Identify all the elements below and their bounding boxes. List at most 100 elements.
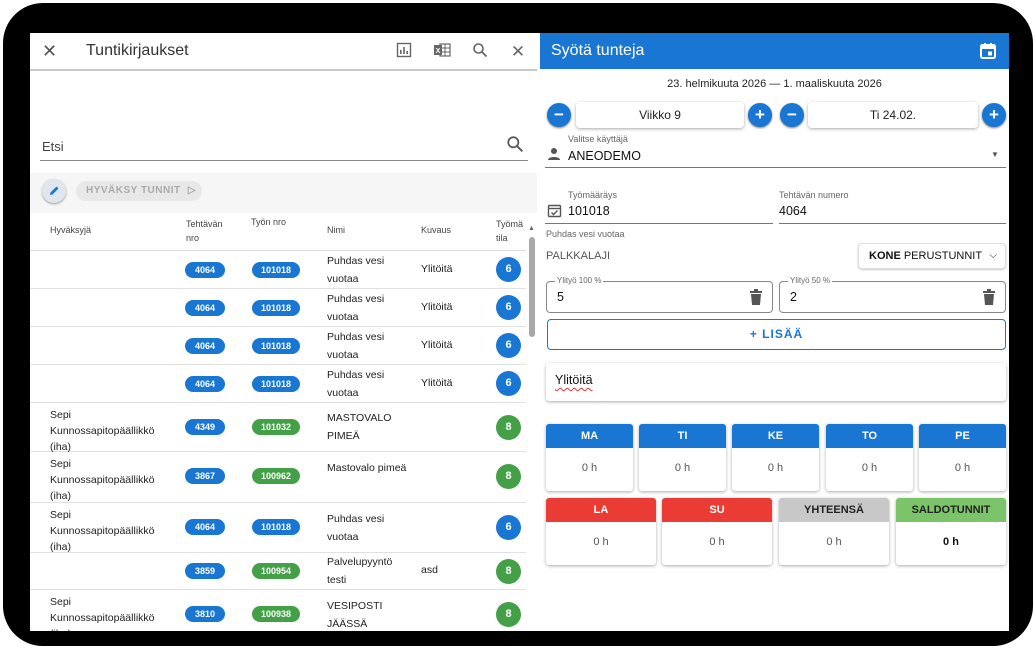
day-card-ti[interactable]: TI 0 h — [639, 424, 726, 491]
day-hours: 0 h — [581, 462, 598, 474]
panel-title: Tuntikirjaukset — [86, 42, 189, 59]
task-badge: 4349 — [185, 419, 225, 435]
calendar-icon[interactable] — [979, 42, 997, 60]
approver-cell: Sepi Kunnossapitopäällikkö (iha) — [50, 596, 155, 631]
order-name: Puhdas vesi vuotaa — [546, 229, 625, 239]
approver-cell: Sepi Kunnossapitopäällikkö (iha) — [50, 458, 155, 502]
day-hours: 0 h — [593, 536, 609, 548]
wage-type-select[interactable]: KONE PERUSTUNNIT ⌵ — [858, 243, 1006, 269]
next-week-button[interactable]: + — [748, 103, 772, 127]
order-field[interactable]: 101018 — [568, 204, 610, 218]
search-field[interactable]: Etsi — [40, 133, 528, 161]
col-approver[interactable]: Hyväksyjä — [50, 225, 91, 235]
description-value[interactable]: Ylitöitä — [555, 373, 593, 387]
day-card-ma[interactable]: MA 0 h — [546, 424, 633, 491]
status-badge: 6 — [496, 295, 521, 320]
balance-card: SALDOTUNNIT 0 h — [896, 498, 1006, 565]
chart-icon[interactable] — [394, 42, 414, 62]
table-row[interactable]: Sepi Kunnossapitopäällikkö (iha) 3810 10… — [30, 590, 526, 631]
task-underline — [779, 223, 1006, 224]
search-icon[interactable] — [506, 135, 526, 155]
desc-cell: Ylitöitä — [421, 301, 453, 313]
overtime-100-field[interactable]: Ylityö 100 % 5 — [546, 276, 773, 313]
overtime-50-field[interactable]: Ylityö 50 % 2 — [779, 276, 1006, 313]
trash-icon[interactable] — [983, 289, 995, 305]
status-badge: 6 — [496, 257, 521, 282]
next-day-button[interactable]: + — [982, 103, 1006, 127]
work-badge: 101018 — [252, 262, 300, 278]
user-underline — [545, 167, 1006, 168]
status-badge: 6 — [496, 371, 521, 396]
day-card-to[interactable]: TO 0 h — [826, 424, 913, 491]
scrollbar-thumb[interactable] — [529, 237, 535, 337]
left-header: ✕ Tuntikirjaukset X ✕ — [30, 33, 537, 71]
trash-icon[interactable] — [750, 289, 762, 305]
date-range: 23. helmikuuta 2026 — 1. maaliskuuta 202… — [667, 78, 882, 90]
day-card-pe[interactable]: PE 0 h — [919, 424, 1006, 491]
table-row[interactable]: 4064 101018 Puhdas vesi vuotaa Ylitöitä … — [30, 365, 526, 403]
day-label: KE — [732, 424, 819, 448]
table-header: Hyväksyjä Tehtävän nro Työn nro Nimi Kuv… — [30, 213, 526, 251]
panel-title: Syötä tunteja — [551, 42, 645, 59]
name-cell: Puhdas vesi vuotaa — [327, 369, 385, 399]
day-hours: 0 h — [767, 462, 784, 474]
status-badge: 8 — [496, 415, 521, 440]
task-badge: 3810 — [185, 606, 225, 622]
table-row[interactable]: Sepi Kunnossapitopäällikkö (iha) 4064 10… — [30, 503, 526, 553]
day-label: LA — [546, 498, 656, 522]
name-cell: VESIPOSTI JÄÄSSÄ — [327, 600, 383, 630]
table-body: 4064 101018 Puhdas vesi vuotaa Ylitöitä … — [30, 251, 526, 631]
user-select[interactable]: ANEODEMO — [568, 149, 641, 163]
col-desc[interactable]: Kuvaus — [421, 225, 451, 235]
order-underline — [545, 223, 773, 224]
scrollbar[interactable]: ▲ — [528, 225, 536, 631]
close-icon[interactable]: ✕ — [42, 41, 57, 62]
name-cell: Puhdas vesi vuotaa — [327, 331, 385, 361]
scroll-up-icon[interactable]: ▲ — [528, 225, 535, 232]
name-cell: MASTOVALO PIMEÄ — [327, 412, 392, 442]
dropdown-arrow-icon[interactable]: ▼ — [991, 150, 999, 159]
day-display[interactable]: Ti 24.02. — [808, 102, 978, 128]
overtime-100-value[interactable]: 5 — [557, 290, 564, 304]
description-field[interactable]: Ylitöitä — [546, 363, 1006, 401]
edit-button[interactable] — [42, 179, 66, 203]
table-row[interactable]: 4064 101018 Puhdas vesi vuotaa Ylitöitä … — [30, 289, 526, 327]
search-input[interactable]: Etsi — [42, 139, 64, 154]
day-hours: 0 h — [861, 462, 878, 474]
task-number-field[interactable]: 4064 — [779, 204, 807, 218]
close-icon[interactable]: ✕ — [508, 42, 528, 62]
excel-icon[interactable]: X — [432, 42, 452, 62]
approver-cell: Sepi Kunnossapitopäällikkö (iha) — [50, 409, 155, 453]
col-work-no[interactable]: Työn nro — [251, 217, 286, 227]
approve-hours-button[interactable]: HYVÄKSY TUNNIT ▷ — [76, 181, 202, 201]
table-row[interactable]: 3859 100954 Palvelupyyntö testi asd 8 — [30, 553, 526, 590]
overtime-50-value[interactable]: 2 — [790, 290, 797, 304]
day-card-su[interactable]: SU 0 h — [662, 498, 772, 565]
work-badge: 101018 — [252, 338, 300, 354]
work-badge: 100962 — [252, 468, 300, 484]
search-icon[interactable] — [470, 42, 490, 62]
prev-week-button[interactable]: − — [547, 103, 571, 127]
col-task-no[interactable]: Tehtävän nro — [186, 217, 230, 245]
prev-day-button[interactable]: − — [780, 103, 804, 127]
calendar-check-icon — [547, 203, 562, 223]
table-row[interactable]: Sepi Kunnossapitopäällikkö (iha) 4349 10… — [30, 403, 526, 453]
desc-cell: asd — [421, 564, 438, 576]
day-label: MA — [546, 424, 633, 448]
week-display[interactable]: Viikko 9 — [576, 102, 744, 128]
balance-label: SALDOTUNNIT — [896, 498, 1006, 522]
order-label: Työmääräys — [568, 190, 618, 200]
table-row[interactable]: 4064 101018 Puhdas vesi vuotaa Ylitöitä … — [30, 251, 526, 289]
day-label: TI — [639, 424, 726, 448]
day-label: SU — [662, 498, 772, 522]
total-label: YHTEENSÄ — [779, 498, 889, 522]
table-row[interactable]: Sepi Kunnossapitopäällikkö (iha) 3867 10… — [30, 452, 526, 503]
col-name[interactable]: Nimi — [327, 225, 345, 235]
day-card-ke[interactable]: KE 0 h — [732, 424, 819, 491]
add-button[interactable]: + LISÄÄ — [547, 319, 1006, 350]
col-status[interactable]: Työmä tila — [496, 217, 526, 245]
status-badge: 8 — [496, 559, 521, 584]
table-row[interactable]: 4064 101018 Puhdas vesi vuotaa Ylitöitä … — [30, 327, 526, 365]
day-card-la[interactable]: LA 0 h — [546, 498, 656, 565]
name-cell: Puhdas vesi vuotaa — [327, 255, 385, 285]
